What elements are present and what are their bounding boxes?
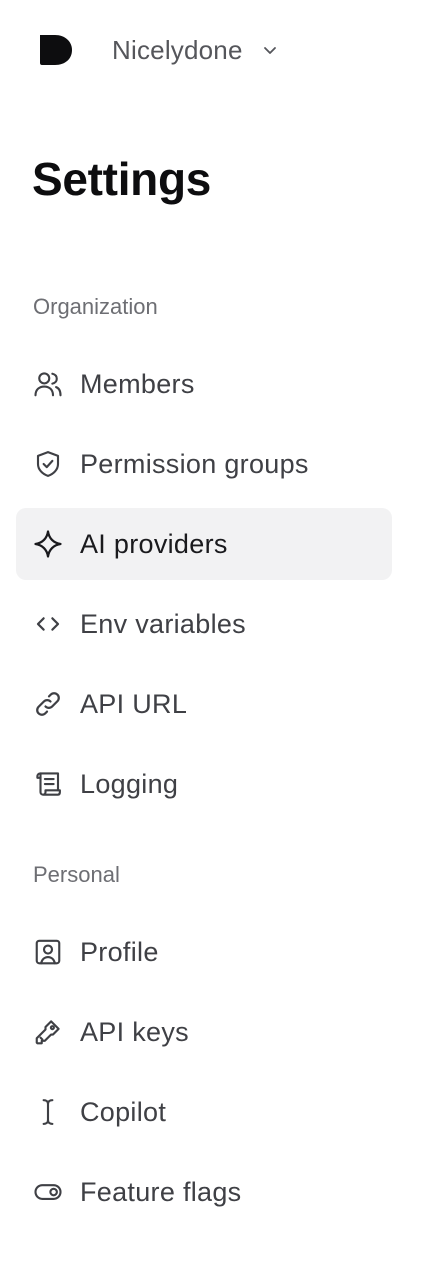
nav-item-label: Env variables (80, 608, 246, 639)
sparkle-icon (32, 528, 64, 560)
org-name: Nicelydone (112, 34, 243, 65)
section-label-organization: Organization (33, 294, 158, 319)
nav-item-label: Feature flags (80, 1176, 242, 1207)
nav-item-label: Copilot (80, 1096, 167, 1127)
org-switcher[interactable]: Nicelydone (36, 28, 279, 72)
nav-item-label: AI providers (80, 528, 228, 559)
scroll-icon (32, 768, 64, 800)
nav-item-profile[interactable]: Profile (16, 916, 392, 988)
nav-item-ai-providers[interactable]: AI providers (16, 508, 392, 580)
user-square-icon (32, 936, 64, 968)
nav-item-members[interactable]: Members (16, 348, 392, 420)
nav-item-label: Permission groups (80, 448, 309, 479)
nav-item-label: Logging (80, 768, 179, 799)
nav-item-label: Members (80, 368, 195, 399)
chevron-down-icon (261, 41, 279, 59)
nav-item-feature-flags[interactable]: Feature flags (16, 1156, 392, 1228)
settings-sidebar: Nicelydone Settings Organization Members (0, 0, 431, 1267)
nav-item-label: Profile (80, 936, 159, 967)
nav-item-api-keys[interactable]: API keys (16, 996, 392, 1068)
nav-item-copilot[interactable]: Copilot (16, 1076, 392, 1148)
shield-check-icon (32, 448, 64, 480)
nav-item-env-variables[interactable]: Env variables (16, 588, 392, 660)
nav-item-permission-groups[interactable]: Permission groups (16, 428, 392, 500)
nav-item-api-url[interactable]: API URL (16, 668, 392, 740)
text-cursor-icon (32, 1096, 64, 1128)
key-icon (32, 1016, 64, 1048)
users-icon (32, 368, 64, 400)
toggle-icon (32, 1176, 64, 1208)
nav-item-logging[interactable]: Logging (16, 748, 392, 820)
blob-logo-icon (36, 31, 74, 69)
nav-item-label: API URL (80, 688, 188, 719)
section-label-personal: Personal (33, 862, 120, 887)
code-brackets-icon (32, 608, 64, 640)
nav-item-label: API keys (80, 1016, 189, 1047)
link-icon (32, 688, 64, 720)
page-title: Settings (32, 153, 212, 205)
